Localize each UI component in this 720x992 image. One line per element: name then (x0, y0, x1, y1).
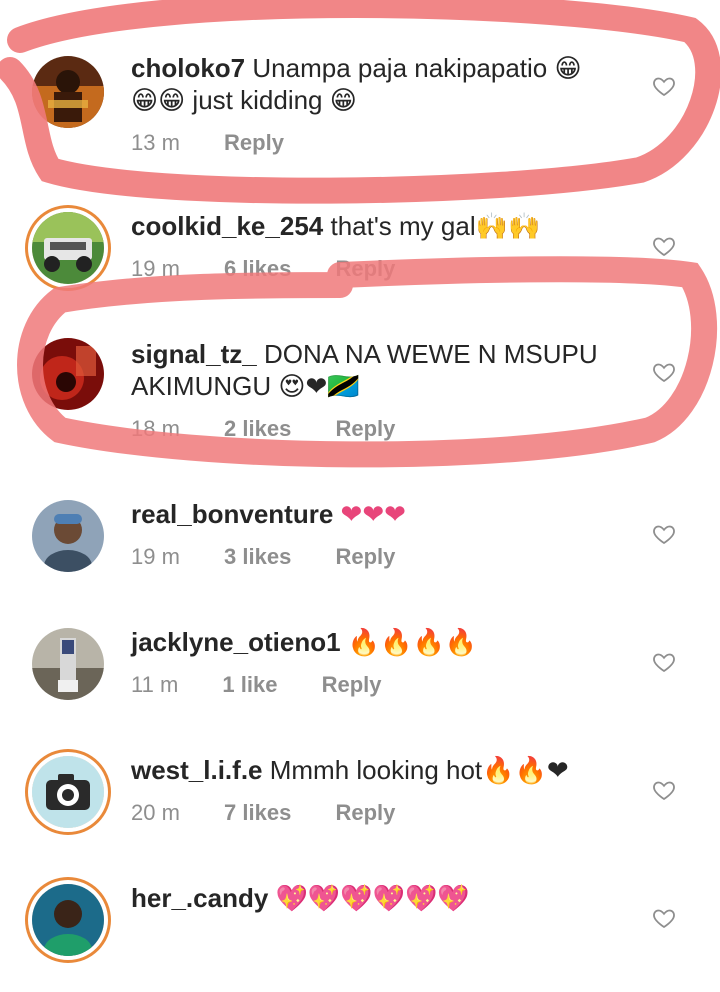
comment-meta: 13 m Reply (131, 130, 322, 156)
like-heart-icon[interactable] (652, 360, 676, 384)
username[interactable]: west_l.i.f.e (131, 755, 263, 785)
username[interactable]: jacklyne_otieno1 (131, 627, 341, 657)
comment-meta: 18 m 2 likes Reply (131, 416, 433, 442)
comment-text: west_l.i.f.e Mmmh looking hot🔥🔥❤ (131, 754, 611, 786)
reply-button[interactable]: Reply (322, 672, 382, 698)
comment-time: 19 m (131, 256, 180, 281)
outdoor-avatar-icon (32, 628, 104, 700)
camera-avatar-icon (32, 756, 104, 828)
reply-button[interactable]: Reply (335, 416, 395, 442)
comment-body: 🔥🔥🔥🔥 (347, 627, 478, 657)
like-heart-icon[interactable] (652, 650, 676, 674)
comment-time: 13 m (131, 130, 180, 155)
like-heart-icon[interactable] (652, 74, 676, 98)
avatar[interactable] (32, 756, 104, 828)
username[interactable]: choloko7 (131, 53, 245, 83)
movie-poster-avatar-icon (32, 56, 104, 128)
like-heart-icon[interactable] (652, 234, 676, 258)
username[interactable]: real_bonventure (131, 499, 333, 529)
likes-count[interactable]: 1 like (222, 672, 277, 698)
comment-text: coolkid_ke_254 that's my gal🙌🙌 (131, 210, 611, 242)
comment-meta: 11 m 1 like Reply (131, 672, 420, 698)
comment-meta: 19 m 6 likes Reply (131, 256, 433, 282)
jeep-avatar-icon (32, 212, 104, 284)
person-avatar-icon (32, 500, 104, 572)
comment-item: signal_tz_ DONA NA WEWE N MSUPU AKIMUNGU… (0, 320, 720, 448)
comment-body: that's my gal🙌🙌 (330, 211, 541, 241)
like-heart-icon[interactable] (652, 778, 676, 802)
comment-item: real_bonventure ❤❤❤ 19 m 3 likes Reply (0, 480, 720, 608)
comment-body-line2: AKIMUNGU 😍❤🇹🇿 (131, 371, 360, 401)
username[interactable]: signal_tz_ (131, 339, 257, 369)
comment-meta: 19 m 3 likes Reply (131, 544, 433, 570)
likes-count[interactable]: 7 likes (224, 800, 291, 826)
comment-item: jacklyne_otieno1 🔥🔥🔥🔥 11 m 1 like Reply (0, 608, 720, 736)
avatar[interactable] (32, 884, 104, 956)
comment-body: 💖💖💖💖💖💖 (275, 883, 470, 913)
avatar[interactable] (32, 56, 104, 128)
comment-body-line2: 😁😁 just kidding 😁 (131, 85, 357, 115)
comment-item: west_l.i.f.e Mmmh looking hot🔥🔥❤ 20 m 7 … (0, 736, 720, 864)
likes-count[interactable]: 3 likes (224, 544, 291, 570)
like-heart-icon[interactable] (652, 906, 676, 930)
person-avatar-icon (32, 884, 104, 956)
comment-time: 19 m (131, 544, 180, 569)
avatar[interactable] (32, 628, 104, 700)
comment-item: coolkid_ke_254 that's my gal🙌🙌 19 m 6 li… (0, 192, 720, 320)
comment-text: choloko7 Unampa paja nakipapatio 😁 😁😁 ju… (131, 52, 611, 116)
comment-text: her_.candy 💖💖💖💖💖💖 (131, 882, 611, 914)
reply-button[interactable]: Reply (335, 800, 395, 826)
comment-time: 11 m (131, 672, 179, 697)
red-photo-avatar-icon (32, 338, 104, 410)
like-heart-icon[interactable] (652, 522, 676, 546)
comment-body: Unampa paja nakipapatio 😁 (252, 53, 582, 83)
comment-text: signal_tz_ DONA NA WEWE N MSUPU AKIMUNGU… (131, 338, 611, 402)
comment-body: DONA NA WEWE N MSUPU (263, 339, 598, 369)
comment-item: her_.candy 💖💖💖💖💖💖 (0, 864, 720, 992)
avatar[interactable] (32, 500, 104, 572)
comment-text: real_bonventure ❤❤❤ (131, 498, 611, 530)
comment-time: 18 m (131, 416, 180, 441)
reply-button[interactable]: Reply (224, 130, 284, 156)
comment-text: jacklyne_otieno1 🔥🔥🔥🔥 (131, 626, 611, 658)
avatar[interactable] (32, 212, 104, 284)
comment-body: Mmmh looking hot🔥🔥❤ (269, 755, 569, 785)
comment-meta: 20 m 7 likes Reply (131, 800, 433, 826)
comment-body: ❤❤❤ (340, 499, 406, 529)
username[interactable]: her_.candy (131, 883, 268, 913)
comment-time: 20 m (131, 800, 180, 825)
likes-count[interactable]: 2 likes (224, 416, 291, 442)
reply-button[interactable]: Reply (335, 256, 395, 282)
likes-count[interactable]: 6 likes (224, 256, 291, 282)
reply-button[interactable]: Reply (335, 544, 395, 570)
username[interactable]: coolkid_ke_254 (131, 211, 323, 241)
comment-item: choloko7 Unampa paja nakipapatio 😁 😁😁 ju… (0, 40, 720, 168)
avatar[interactable] (32, 338, 104, 410)
